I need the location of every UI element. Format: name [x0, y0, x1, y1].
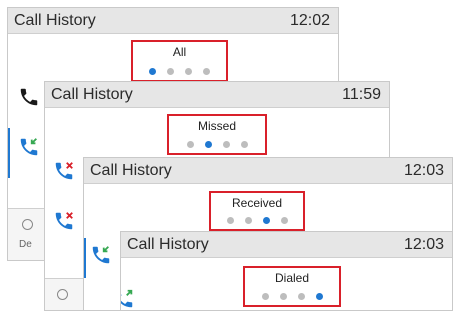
page-dot-4	[240, 141, 248, 148]
page-dot-2	[204, 141, 212, 148]
page-indicator	[133, 68, 226, 75]
page-dot-2	[167, 68, 174, 75]
selection-indicator	[84, 238, 86, 278]
page-dot-1	[186, 141, 194, 148]
page-title: Call History	[127, 236, 209, 253]
phone-icon	[20, 88, 38, 106]
page-dot-1	[261, 293, 269, 300]
header-bar: Call History 12:03	[121, 232, 452, 258]
page-dot-4	[203, 68, 210, 75]
received-call-icon	[20, 138, 38, 156]
header-bar: Call History 12:03	[84, 158, 452, 184]
header-bar: Call History 11:59	[45, 82, 389, 108]
page-dot-1	[226, 217, 234, 224]
softkey-label[interactable]: De	[19, 239, 32, 250]
page-dot-2	[279, 293, 287, 300]
page-dot-3	[297, 293, 305, 300]
page-title: Call History	[90, 162, 172, 179]
filter-label: All	[172, 45, 187, 59]
filter-selector-received[interactable]: Received	[209, 191, 305, 231]
page-dot-4	[280, 217, 288, 224]
delete-icon[interactable]	[22, 219, 33, 230]
clock: 11:59	[342, 86, 381, 103]
filter-label: Dialed	[274, 271, 310, 285]
missed-call-icon	[55, 212, 73, 230]
page-dot-3	[222, 141, 230, 148]
delete-icon[interactable]	[57, 289, 68, 300]
page-indicator	[245, 293, 339, 300]
missed-call-icon	[55, 162, 73, 180]
filter-selector-missed[interactable]: Missed	[167, 114, 267, 155]
selection-indicator	[8, 128, 10, 178]
dialed-call-icon	[121, 289, 133, 308]
page-indicator	[211, 217, 303, 224]
page-dot-4	[315, 293, 323, 300]
page-dot-3	[185, 68, 192, 75]
page-title: Call History	[14, 12, 96, 29]
received-call-icon	[92, 246, 110, 264]
page-dot-1	[149, 68, 156, 75]
page-indicator	[169, 141, 265, 148]
call-history-screen-dialed: Call History 12:03 Dialed	[120, 231, 453, 311]
page-title: Call History	[51, 86, 133, 103]
header-bar: Call History 12:02	[8, 8, 338, 34]
page-dot-2	[244, 217, 252, 224]
filter-selector-all[interactable]: All	[131, 40, 228, 82]
clock: 12:02	[289, 12, 330, 29]
filter-selector-dialed[interactable]: Dialed	[243, 266, 341, 307]
page-dot-3	[262, 217, 270, 224]
clock: 12:03	[403, 236, 444, 253]
filter-label: Missed	[197, 119, 236, 133]
filter-label: Received	[231, 196, 283, 210]
clock: 12:03	[403, 162, 444, 179]
